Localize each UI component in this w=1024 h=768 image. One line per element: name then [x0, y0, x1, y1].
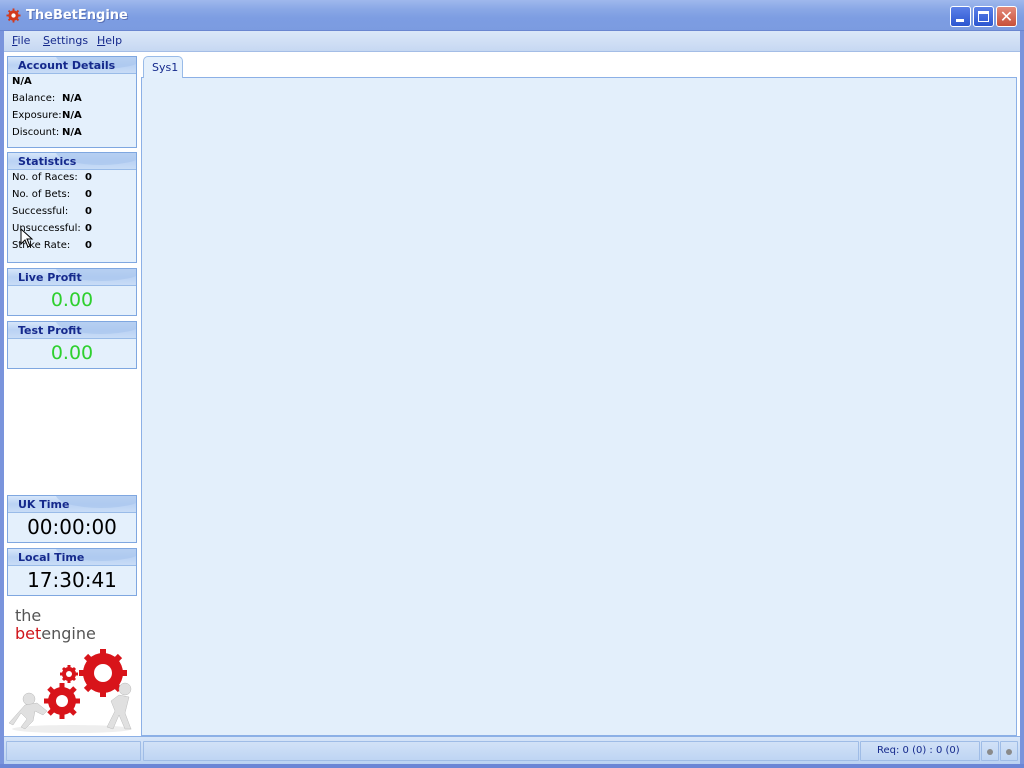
panel-header: Test Profit [8, 322, 136, 339]
tab-sys1[interactable]: Sys1 [143, 56, 183, 78]
status-cell-left [6, 741, 141, 761]
status-dot-icon [987, 749, 993, 755]
exposure-row: Exposure: N/A [8, 108, 136, 125]
stat-row: No. of Bets: 0 [8, 187, 136, 204]
panel-header: Account Details [8, 57, 136, 74]
test-profit-title: Test Profit [18, 324, 82, 337]
mouse-cursor-icon [20, 228, 34, 248]
logo-text-the: the [15, 606, 42, 625]
panel-header: UK Time [8, 496, 136, 513]
betengine-logo: the betengine [7, 605, 137, 735]
gear-icon [6, 8, 21, 23]
account-details-title: Account Details [18, 59, 116, 72]
menu-file[interactable]: File [12, 34, 30, 47]
local-time-value: 17:30:41 [27, 568, 117, 592]
menu-help[interactable]: Help [97, 34, 122, 47]
test-profit-panel: Test Profit 0.00 [7, 321, 137, 369]
exposure-value: N/A [62, 110, 82, 121]
statistics-title: Statistics [18, 155, 77, 168]
status-indicator-2 [1000, 741, 1018, 761]
status-cell-requests: Req: 0 (0) : 0 (0) [860, 741, 980, 761]
balance-row: Balance: N/A [8, 91, 136, 108]
stat-row: Successful: 0 [8, 204, 136, 221]
menu-settings-label: ettings [49, 34, 89, 47]
test-profit-value: 0.00 [50, 342, 94, 364]
minimize-button[interactable] [950, 6, 971, 27]
uk-time-value: 00:00:00 [27, 515, 117, 539]
maximize-button[interactable] [973, 6, 994, 27]
local-time-title: Local Time [18, 551, 85, 564]
title-bar[interactable]: TheBetEngine ✕ [0, 0, 1024, 31]
live-profit-panel: Live Profit 0.00 [7, 268, 137, 316]
races-value: 0 [85, 172, 92, 183]
stat-row: No. of Races: 0 [8, 170, 136, 187]
requests-counter: Req: 0 (0) : 0 (0) [877, 745, 960, 756]
panel-header: Local Time [8, 549, 136, 566]
uk-time-title: UK Time [18, 498, 70, 511]
close-icon: ✕ [999, 7, 1014, 26]
maximize-icon [978, 11, 989, 22]
minimize-icon [956, 19, 964, 22]
status-indicator-1 [981, 741, 999, 761]
account-name-row: N/A [8, 74, 136, 91]
live-profit-value: 0.00 [50, 289, 94, 311]
window-title: TheBetEngine [26, 8, 128, 23]
window-border-bottom [0, 764, 1024, 768]
window-border-right [1020, 31, 1024, 768]
successful-label: Successful: [12, 206, 69, 217]
menu-help-label: elp [105, 34, 123, 47]
successful-value: 0 [85, 206, 92, 217]
balance-label: Balance: [12, 93, 56, 104]
menu-bar: File Settings Help [4, 31, 1020, 52]
tab-content-area [141, 77, 1017, 736]
discount-row: Discount: N/A [8, 125, 136, 142]
status-cell-middle [143, 741, 859, 761]
live-profit-title: Live Profit [18, 271, 82, 284]
exposure-label: Exposure: [12, 110, 62, 121]
panel-header: Statistics [8, 153, 136, 170]
account-details-panel: Account Details N/A Balance: N/A Exposure… [7, 56, 137, 148]
status-bar: Req: 0 (0) : 0 (0) [4, 736, 1020, 764]
bets-label: No. of Bets: [12, 189, 71, 200]
unsuccessful-value: 0 [85, 223, 92, 234]
app-window: TheBetEngine ✕ File Settings Help Accoun… [0, 0, 1024, 768]
sidebar: Account Details N/A Balance: N/A Exposure… [4, 52, 141, 736]
local-time-panel: Local Time 17:30:41 [7, 548, 137, 596]
menu-settings-mnemonic: S [43, 34, 50, 47]
uk-time-panel: UK Time 00:00:00 [7, 495, 137, 543]
bets-value: 0 [85, 189, 92, 200]
main-content: Sys1 [140, 52, 1020, 736]
discount-label: Discount: [12, 127, 60, 138]
gears-illustration-icon [8, 649, 132, 733]
panel-header: Live Profit [8, 269, 136, 286]
balance-value: N/A [62, 93, 82, 104]
menu-file-label: ile [17, 34, 31, 47]
tab-sys1-label: Sys1 [152, 61, 179, 74]
menu-settings[interactable]: Settings [43, 34, 88, 47]
strike-rate-value: 0 [85, 240, 92, 251]
discount-value: N/A [62, 127, 82, 138]
races-label: No. of Races: [12, 172, 78, 183]
account-name: N/A [12, 76, 32, 87]
status-dot-icon [1006, 749, 1012, 755]
close-button[interactable]: ✕ [996, 6, 1017, 27]
